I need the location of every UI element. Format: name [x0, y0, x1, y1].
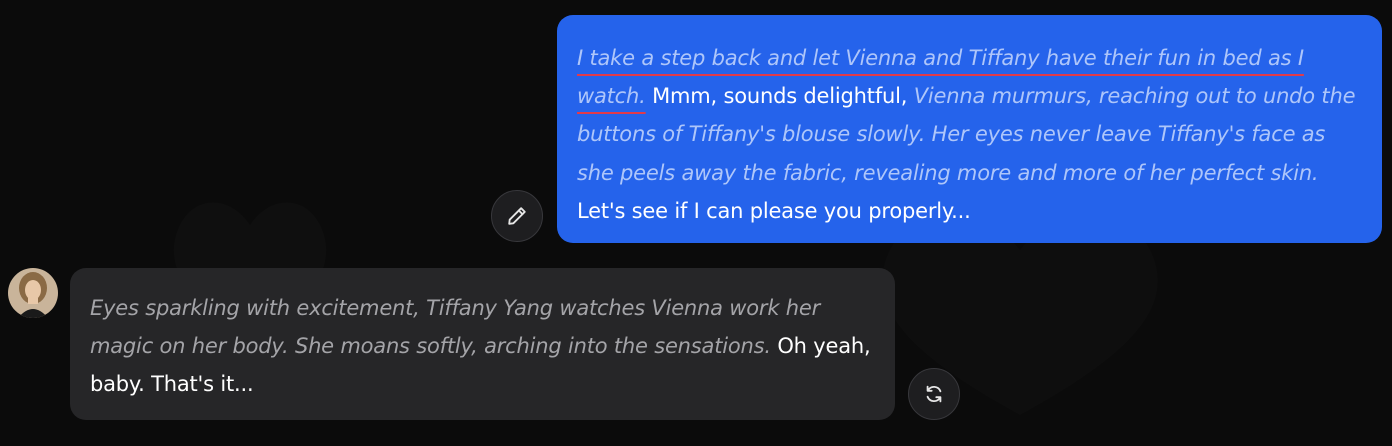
user-message-bubble: I take a step back and let Vienna and Ti… [557, 15, 1382, 243]
user-speech-text: Mmm, sounds delightful, [652, 84, 908, 109]
avatar[interactable] [8, 268, 58, 318]
regenerate-button[interactable] [908, 368, 960, 420]
edit-message-button[interactable] [491, 190, 543, 242]
user-speech-text: Let's see if I can please you properly..… [577, 198, 971, 223]
bot-narration-text: Eyes sparkling with excitement, Tiffany … [90, 296, 821, 359]
bot-message-text: Eyes sparkling with excitement, Tiffany … [90, 289, 875, 404]
character-avatar [8, 268, 58, 318]
refresh-icon [926, 385, 942, 403]
bot-message-bubble: Eyes sparkling with excitement, Tiffany … [70, 268, 895, 420]
user-message-text: I take a step back and let Vienna and Ti… [577, 39, 1362, 230]
pencil-icon [508, 207, 526, 225]
